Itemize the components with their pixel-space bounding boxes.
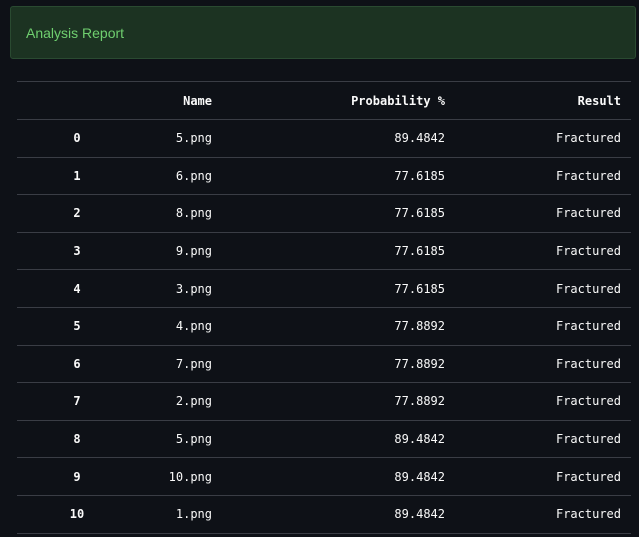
table-row[interactable]: 3 9.png 77.6185 Fractured <box>17 232 631 270</box>
table-row[interactable]: 7 2.png 77.8892 Fractured <box>17 382 631 421</box>
table-row[interactable]: 5 4.png 77.8892 Fractured <box>17 307 631 345</box>
results-table-container: Name Probability % Result 0 5.png 89.4842 F… <box>17 81 631 534</box>
table-row[interactable]: 4 3.png 77.6185 Fractured <box>17 269 631 308</box>
column-header-index[interactable] <box>17 82 137 120</box>
row-index-cell[interactable]: 0 <box>17 120 137 158</box>
probability-cell[interactable]: 89.4842 <box>222 458 455 496</box>
result-cell[interactable]: Fractured <box>455 420 631 458</box>
name-cell[interactable]: 2.png <box>137 383 222 421</box>
table-row[interactable]: 0 5.png 89.4842 Fractured <box>17 119 631 158</box>
analysis-report-alert: Analysis Report <box>10 6 636 59</box>
result-cell[interactable]: Fractured <box>455 120 631 158</box>
name-cell[interactable]: 5.png <box>137 120 222 158</box>
probability-cell[interactable]: 89.4842 <box>222 420 455 458</box>
name-cell[interactable]: 1.png <box>137 495 222 533</box>
table-row[interactable]: 9 10.png 89.4842 Fractured <box>17 457 631 496</box>
column-header-probability[interactable]: Probability % <box>222 82 455 120</box>
table-body: 0 5.png 89.4842 Fractured 1 6.png 77.6185 Fract… <box>17 119 631 534</box>
name-cell[interactable]: 5.png <box>137 420 222 458</box>
probability-cell[interactable]: 77.8892 <box>222 307 455 345</box>
header-row: Name Probability % Result <box>17 81 631 120</box>
name-cell[interactable]: 4.png <box>137 307 222 345</box>
result-cell[interactable]: Fractured <box>455 495 631 533</box>
probability-cell[interactable]: 89.4842 <box>222 120 455 158</box>
column-header-name[interactable]: Name <box>137 82 222 120</box>
table-row[interactable]: 10 1.png 89.4842 Fractured <box>17 495 631 534</box>
results-table: Name Probability % Result 0 5.png 89.4842 F… <box>17 81 631 534</box>
alert-text: Analysis Report <box>26 24 125 41</box>
row-index-cell[interactable]: 2 <box>17 195 137 233</box>
result-cell[interactable]: Fractured <box>455 232 631 270</box>
name-cell[interactable]: 8.png <box>137 195 222 233</box>
result-cell[interactable]: Fractured <box>455 195 631 233</box>
table-row[interactable]: 6 7.png 77.8892 Fractured <box>17 345 631 383</box>
name-cell[interactable]: 10.png <box>137 458 222 496</box>
result-cell[interactable]: Fractured <box>455 458 631 496</box>
row-index-cell[interactable]: 6 <box>17 345 137 383</box>
column-header-result[interactable]: Result <box>455 82 631 120</box>
probability-cell[interactable]: 77.6185 <box>222 232 455 270</box>
table-header: Name Probability % Result <box>17 81 631 120</box>
row-index-cell[interactable]: 9 <box>17 458 137 496</box>
table-row[interactable]: 2 8.png 77.6185 Fractured <box>17 194 631 233</box>
probability-cell[interactable]: 77.6185 <box>222 195 455 233</box>
probability-cell[interactable]: 77.8892 <box>222 383 455 421</box>
result-cell[interactable]: Fractured <box>455 270 631 308</box>
result-cell[interactable]: Fractured <box>455 307 631 345</box>
row-index-cell[interactable]: 7 <box>17 383 137 421</box>
row-index-cell[interactable]: 1 <box>17 157 137 195</box>
row-index-cell[interactable]: 10 <box>17 495 137 533</box>
name-cell[interactable]: 3.png <box>137 270 222 308</box>
row-index-cell[interactable]: 4 <box>17 270 137 308</box>
row-index-cell[interactable]: 8 <box>17 420 137 458</box>
probability-cell[interactable]: 77.8892 <box>222 345 455 383</box>
row-index-cell[interactable]: 5 <box>17 307 137 345</box>
name-cell[interactable]: 6.png <box>137 157 222 195</box>
result-cell[interactable]: Fractured <box>455 345 631 383</box>
row-index-cell[interactable]: 3 <box>17 232 137 270</box>
probability-cell[interactable]: 77.6185 <box>222 157 455 195</box>
probability-cell[interactable]: 89.4842 <box>222 495 455 533</box>
name-cell[interactable]: 7.png <box>137 345 222 383</box>
result-cell[interactable]: Fractured <box>455 157 631 195</box>
table-row[interactable]: 1 6.png 77.6185 Fractured <box>17 157 631 195</box>
probability-cell[interactable]: 77.6185 <box>222 270 455 308</box>
table-row[interactable]: 8 5.png 89.4842 Fractured <box>17 420 631 458</box>
result-cell[interactable]: Fractured <box>455 383 631 421</box>
name-cell[interactable]: 9.png <box>137 232 222 270</box>
